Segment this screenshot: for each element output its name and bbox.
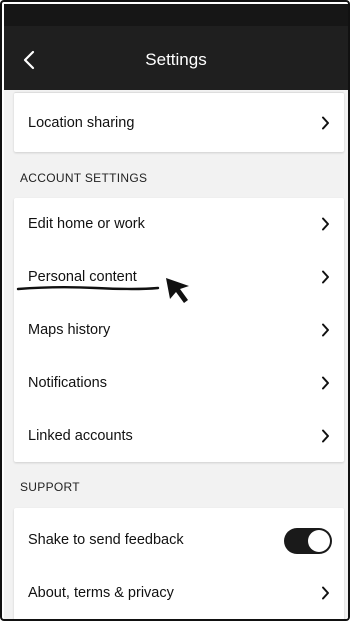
- phone-frame: Settings Location sharing ACCOUNT SETTIN…: [0, 0, 350, 621]
- notifications-label: Notifications: [28, 375, 107, 391]
- location-sharing-row[interactable]: Location sharing: [14, 97, 344, 149]
- edit-home-work-row[interactable]: Edit home or work: [14, 198, 344, 250]
- chevron-right-icon: [321, 429, 330, 443]
- chevron-right-icon: [321, 323, 330, 337]
- chevron-right-icon: [321, 376, 330, 390]
- notifications-row[interactable]: Notifications: [14, 357, 344, 409]
- support-card: Shake to send feedback About, terms & pr…: [14, 508, 344, 619]
- pointer-cursor-icon: [166, 278, 189, 303]
- page-title: Settings: [145, 50, 207, 69]
- chevron-right-icon: [321, 586, 330, 600]
- chevron-right-icon: [321, 270, 330, 284]
- settings-list: Location sharing ACCOUNT SETTINGS Edit h…: [4, 90, 348, 619]
- status-bar: [4, 4, 348, 26]
- edit-home-work-label: Edit home or work: [28, 216, 145, 232]
- toggle-knob: [308, 530, 330, 552]
- maps-history-row[interactable]: Maps history: [14, 304, 344, 356]
- about-terms-privacy-row[interactable]: About, terms & privacy: [14, 567, 344, 619]
- chevron-right-icon: [321, 217, 330, 231]
- hand-drawn-underline: [16, 286, 160, 291]
- linked-accounts-label: Linked accounts: [28, 428, 133, 444]
- account-settings-card: Edit home or work Personal content Maps …: [14, 198, 344, 462]
- shake-feedback-label: Shake to send feedback: [28, 532, 184, 548]
- chevron-right-icon: [321, 116, 330, 130]
- shake-feedback-row[interactable]: Shake to send feedback: [14, 514, 344, 566]
- location-card: Location sharing: [14, 92, 344, 152]
- location-sharing-label: Location sharing: [28, 115, 135, 131]
- personal-content-label: Personal content: [28, 269, 137, 285]
- support-header: SUPPORT: [20, 480, 80, 494]
- about-terms-privacy-label: About, terms & privacy: [28, 585, 174, 601]
- app-bar: Settings: [4, 4, 348, 90]
- account-settings-header: ACCOUNT SETTINGS: [20, 171, 148, 185]
- linked-accounts-row[interactable]: Linked accounts: [14, 410, 344, 462]
- maps-history-label: Maps history: [28, 322, 111, 338]
- shake-feedback-toggle[interactable]: [284, 528, 332, 554]
